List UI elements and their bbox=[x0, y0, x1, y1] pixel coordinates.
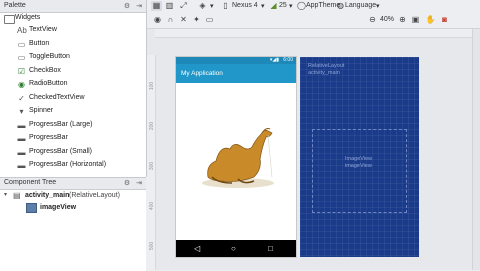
component-tree-title: Component Tree bbox=[4, 179, 57, 186]
palette-item-progressbar-large[interactable]: ▬ ProgressBar (Large) bbox=[0, 119, 146, 133]
language-selector[interactable]: Language bbox=[345, 2, 376, 9]
pan-hand-icon[interactable]: ✋ bbox=[425, 15, 436, 25]
home-icon[interactable]: ○ bbox=[231, 244, 236, 253]
chevron-down-icon[interactable]: ▾ bbox=[289, 2, 293, 10]
spinner-icon: ▾ bbox=[19, 107, 24, 116]
collapse-arrow-icon[interactable]: ▾ bbox=[4, 191, 7, 198]
zoom-in-icon[interactable]: ⊕ bbox=[397, 15, 408, 25]
component-tree-header: Component Tree ⚙ ⇥ bbox=[0, 178, 146, 190]
theme-toggle-icon[interactable]: ◈ bbox=[197, 1, 208, 11]
layout-toolbar: ◉ ∩ ✕ ✦ ▭ ⊖ 40% ⊕ ▣ ✋ ◙ bbox=[147, 13, 480, 29]
android-icon[interactable]: ◢ bbox=[268, 1, 279, 11]
textview-icon: Ab bbox=[17, 26, 27, 35]
tree-node-imageview[interactable]: imageView bbox=[26, 203, 136, 214]
signal-icon: ▾◢▮ bbox=[269, 57, 279, 63]
camel-image bbox=[202, 128, 274, 188]
status-time: 6:00 bbox=[283, 57, 293, 63]
palette-group-widgets[interactable]: Widgets bbox=[15, 14, 40, 21]
device-selector[interactable]: Nexus 4 bbox=[232, 2, 258, 9]
folder-icon bbox=[4, 15, 15, 24]
chevron-down-icon[interactable]: ▾ bbox=[261, 2, 265, 10]
blueprint-preview[interactable]: RelativeLayout activity_main ImageView i… bbox=[300, 57, 419, 257]
api-selector[interactable]: 25 bbox=[279, 2, 287, 9]
app-title: My Application bbox=[181, 70, 223, 77]
progressbar-icon: ▬ bbox=[17, 120, 26, 130]
ruler-tick: 500 bbox=[149, 241, 156, 251]
palette-item-button[interactable]: ▭ Button bbox=[0, 38, 146, 52]
palette-item-checkbox[interactable]: ☑ CheckBox bbox=[0, 65, 146, 79]
clear-constraints-icon[interactable]: ✕ bbox=[178, 15, 189, 25]
palette-item-togglebutton[interactable]: ▭ ToggleButton bbox=[0, 51, 146, 65]
recents-icon[interactable]: □ bbox=[268, 244, 273, 253]
layout-icon: ▤ bbox=[13, 191, 21, 200]
ruler-tick: 200 bbox=[149, 121, 156, 131]
palette-item-spinner[interactable]: ▾ Spinner bbox=[0, 105, 146, 119]
tree-header-icons[interactable]: ⚙ ⇥ bbox=[124, 179, 144, 187]
design-view-icon[interactable]: ▦ bbox=[151, 1, 162, 11]
ruler-tick: 400 bbox=[149, 201, 156, 211]
palette-item-progressbar-horizontal[interactable]: ▬ ProgressBar (Horizontal) bbox=[0, 159, 146, 173]
back-icon[interactable]: ◁ bbox=[194, 244, 200, 253]
checkedtextview-icon: ✓ bbox=[18, 93, 25, 103]
zoom-to-fit-icon[interactable]: ▣ bbox=[410, 15, 421, 25]
vertical-scrollbar[interactable] bbox=[472, 29, 480, 270]
palette-item-progressbar[interactable]: ▬ ProgressBar bbox=[0, 132, 146, 146]
status-bar: 6:00 ▾◢▮ bbox=[176, 57, 296, 64]
ruler-tick: 300 bbox=[149, 161, 156, 171]
blueprint-layout-label: RelativeLayout bbox=[308, 63, 345, 69]
tree-node-activity-main[interactable]: ▾ ▤ activity_main (RelativeLayout) bbox=[4, 191, 144, 202]
progressbar-horizontal-icon: ▬ bbox=[17, 161, 26, 170]
tree-node-type: (RelativeLayout) bbox=[69, 192, 120, 199]
device-icon[interactable]: ▯ bbox=[220, 1, 231, 11]
ruler-tick: 100 bbox=[149, 81, 156, 91]
magnet-icon[interactable]: ∩ bbox=[165, 15, 176, 25]
infer-constraints-icon[interactable]: ✦ bbox=[191, 15, 202, 25]
orientation-icon[interactable]: ⤢ bbox=[178, 1, 189, 11]
palette-title: Palette bbox=[4, 2, 26, 9]
tree-node-label: activity_main bbox=[25, 192, 70, 199]
button-icon: ▭ bbox=[17, 39, 26, 49]
warning-icon[interactable]: ◙ bbox=[439, 15, 450, 25]
toolbar: ▦ ▥ ⤢ ◈ ▾ ▯ Nexus 4 ▾ ◢ 25 ▾ ◯ AppTheme … bbox=[147, 0, 480, 14]
blueprint-view-icon[interactable]: ▥ bbox=[164, 1, 175, 11]
zoom-out-icon[interactable]: ⊖ bbox=[367, 15, 378, 25]
navigation-bar: ◁ ○ □ bbox=[176, 240, 296, 257]
phone-preview[interactable]: 6:00 ▾◢▮ My Application ◁ ○ □ bbox=[176, 57, 296, 257]
palette-item-checkedtextview[interactable]: ✓ CheckedTextView bbox=[0, 92, 146, 106]
palette-header: Palette ⚙ ⇥ bbox=[0, 0, 146, 13]
palette-header-icons[interactable]: ⚙ ⇥ bbox=[124, 2, 144, 10]
zoom-level: 40% bbox=[380, 16, 395, 23]
palette-item-radiobutton[interactable]: ◉ RadioButton bbox=[0, 78, 146, 92]
eye-icon[interactable]: ◉ bbox=[152, 15, 163, 25]
margin-icon[interactable]: ▭ bbox=[204, 15, 215, 25]
blueprint-layout-id: activity_main bbox=[308, 70, 340, 76]
checkbox-icon: ☑ bbox=[17, 66, 26, 76]
vertical-ruler: 100 200 300 400 500 bbox=[147, 55, 156, 270]
blueprint-image-id: imageView bbox=[345, 163, 372, 169]
app-bar: My Application bbox=[176, 64, 296, 83]
image-icon bbox=[26, 203, 37, 213]
chevron-down-icon[interactable]: ▾ bbox=[210, 2, 214, 10]
tree-node-label: imageView bbox=[40, 204, 77, 211]
progressbar-icon: ▬ bbox=[17, 147, 26, 157]
palette-panel: Palette ⚙ ⇥ Widgets Ab TextView ▭ Button… bbox=[0, 0, 147, 177]
component-tree-panel: Component Tree ⚙ ⇥ ▾ ▤ activity_main (Re… bbox=[0, 177, 146, 271]
palette-item-textview[interactable]: Ab TextView bbox=[0, 24, 146, 38]
blueprint-image-label: ImageView bbox=[345, 156, 373, 162]
togglebutton-icon: ▭ bbox=[17, 53, 26, 62]
chevron-down-icon[interactable]: ▾ bbox=[376, 2, 380, 10]
progressbar-icon: ▬ bbox=[17, 134, 26, 143]
horizontal-ruler bbox=[155, 29, 472, 38]
blueprint-imageview[interactable]: ImageView imageView bbox=[312, 129, 407, 213]
radiobutton-icon: ◉ bbox=[18, 80, 25, 89]
palette-item-progressbar-small[interactable]: ▬ ProgressBar (Small) bbox=[0, 146, 146, 160]
